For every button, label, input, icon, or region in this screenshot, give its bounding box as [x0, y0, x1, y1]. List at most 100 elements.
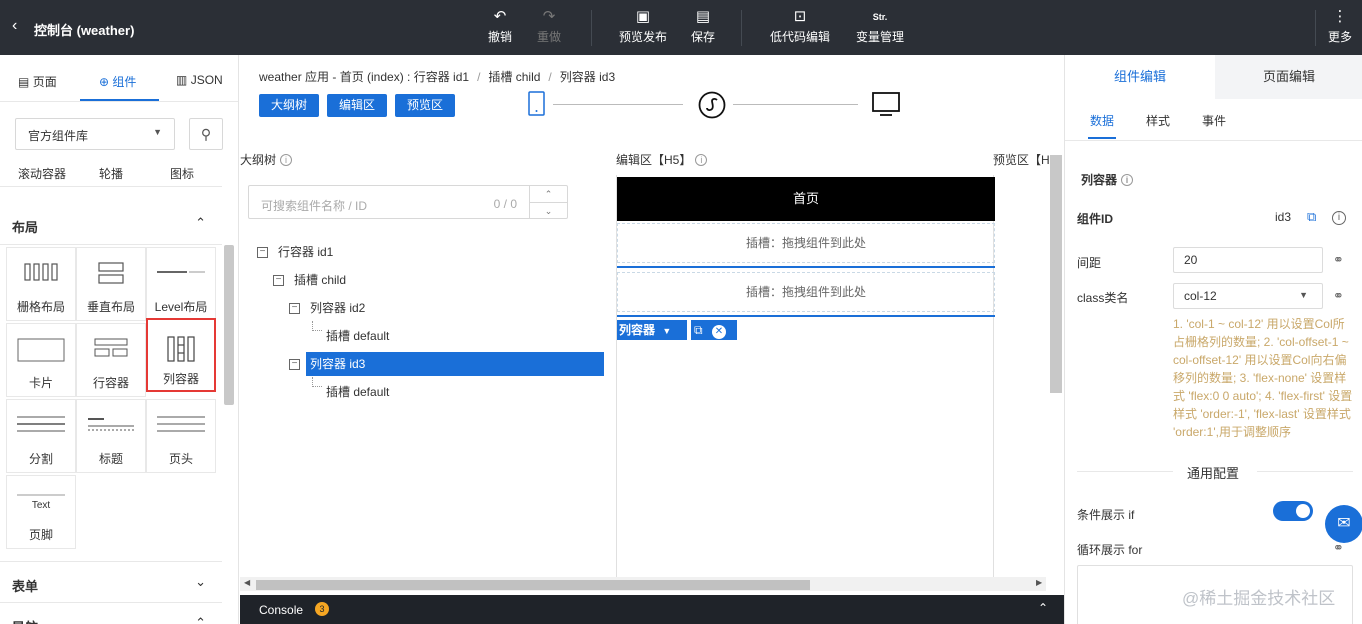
component-page-header[interactable]: 页头 [146, 399, 216, 473]
chevron-up-icon[interactable]: ⌃ [1038, 601, 1048, 615]
component-grid-layout[interactable]: 栅格布局 [6, 247, 76, 321]
info-icon[interactable]: i [280, 154, 293, 166]
section-layout[interactable]: 布局 ⌃ [0, 203, 222, 245]
selected-component-tag[interactable]: 列容器 ▼ [617, 320, 687, 340]
gap-input[interactable]: 20 [1173, 247, 1323, 273]
caret-down-icon: ▼ [1299, 290, 1308, 300]
redo-button[interactable]: ↷ 重做 [535, 8, 563, 45]
left-scrollbar[interactable] [224, 245, 234, 405]
tree-node-selected[interactable]: 列容器 id3 [306, 352, 604, 376]
component-carousel[interactable]: 轮播 [99, 165, 123, 182]
outline-toggle-button[interactable]: 大纲树 [259, 94, 319, 117]
tab-components-label: 组件 [112, 75, 137, 89]
tree-node[interactable]: 行容器 id1 [278, 240, 333, 264]
desktop-device-icon[interactable] [872, 91, 900, 117]
link-icon[interactable]: ⚭ [1333, 288, 1344, 304]
component-heading[interactable]: 标题 [76, 399, 146, 473]
tab-page-edit[interactable]: 页面编辑 [1215, 55, 1362, 99]
info-icon[interactable]: i [695, 154, 708, 166]
copy-icon[interactable]: ⧉ [1307, 209, 1316, 225]
horizontal-scroll-thumb[interactable] [256, 580, 810, 590]
section-form-label: 表单 [12, 579, 39, 594]
collapse-icon[interactable]: − [289, 359, 300, 370]
variable-manage-button[interactable]: Str. 变量管理 [855, 8, 905, 45]
info-icon[interactable]: i [1121, 174, 1134, 186]
column-container-icon [167, 336, 195, 362]
component-vertical-layout[interactable]: 垂直布局 [76, 247, 146, 321]
tab-page[interactable]: ▤ 页面 [18, 73, 57, 90]
more-button[interactable]: ⋮ 更多 [1327, 8, 1353, 45]
section-nav[interactable]: 导航 ⌃ [0, 603, 222, 624]
copy-icon[interactable]: ⧉ [694, 323, 703, 337]
component-divider[interactable]: 分割 [6, 399, 76, 473]
active-tab-indicator [80, 99, 159, 101]
breadcrumb-item[interactable]: 列容器 id3 [560, 70, 615, 84]
tab-component-edit[interactable]: 组件编辑 [1065, 55, 1215, 99]
collapse-icon[interactable]: − [273, 275, 284, 286]
drop-slot[interactable]: 插槽：拖拽组件到此处 [617, 272, 995, 312]
class-label: class类名 [1077, 291, 1129, 305]
tree-node[interactable]: 插槽 default [326, 380, 389, 404]
scroll-right-icon[interactable]: ▶ [1036, 578, 1042, 587]
link-icon[interactable]: ⚭ [1333, 252, 1344, 268]
mobile-device-icon[interactable] [527, 91, 547, 117]
breadcrumb-item[interactable]: 插槽 child [488, 70, 540, 84]
library-select[interactable]: 官方组件库 ▼ [15, 118, 175, 150]
if-label: 条件展示 if [1077, 508, 1135, 522]
component-row-container[interactable]: 行容器 [76, 323, 146, 397]
tree-node[interactable]: 列容器 id2 [310, 296, 365, 320]
component-page-footer[interactable]: Text 页脚 [6, 475, 76, 549]
tab-json[interactable]: ▥ JSON [176, 73, 223, 87]
subtab-events[interactable]: 事件 [1202, 112, 1226, 129]
more-icon: ⋮ [1332, 8, 1348, 25]
collapse-icon[interactable]: − [289, 303, 300, 314]
chat-button[interactable]: ✉ [1325, 505, 1362, 543]
component-column-container[interactable]: 列容器 [146, 318, 216, 392]
outline-search-input[interactable]: 可搜索组件名称 / ID 0 / 0 ⌃ ⌄ [248, 185, 568, 219]
save-button[interactable]: ▤ 保存 [689, 8, 717, 45]
drop-slot[interactable]: 插槽：拖拽组件到此处 [617, 223, 995, 263]
canvas-scrollbar[interactable] [1050, 155, 1062, 393]
subtab-data[interactable]: 数据 [1090, 112, 1114, 129]
class-select[interactable]: col-12 ▼ [1173, 283, 1323, 309]
left-tabs: ▤ 页面 ⊕ 组件 ▥ JSON [0, 55, 238, 102]
tree-node[interactable]: 插槽 child [294, 268, 346, 292]
preview-toggle-button[interactable]: 预览区 [395, 94, 455, 117]
breadcrumb-separator: / [548, 70, 552, 84]
section-form[interactable]: 表单 ⌄ [0, 561, 222, 603]
subtab-style[interactable]: 样式 [1146, 112, 1170, 129]
if-toggle[interactable] [1273, 501, 1313, 521]
tab-json-label: JSON [190, 73, 223, 87]
component-icon[interactable]: 图标 [170, 165, 194, 182]
chevron-up-icon[interactable]: ⌃ [529, 186, 567, 202]
editor-header-label: 编辑区【H5】 [616, 153, 692, 167]
search-button[interactable]: ⚲ [189, 118, 223, 150]
top-bar: ‹ 控制台 (weather) ↶ 撤销 ↷ 重做 ▣ 预览发布 ▤ 保存 ⊡ … [0, 0, 1362, 55]
scroll-left-icon[interactable]: ◀ [244, 578, 250, 587]
delete-icon[interactable]: ✕ [711, 325, 726, 339]
code-edit-icon: ⊡ [793, 8, 807, 25]
back-icon[interactable]: ‹ [12, 17, 17, 35]
component-level-layout[interactable]: Level布局 [146, 247, 216, 321]
editor-toggle-button[interactable]: 编辑区 [327, 94, 387, 117]
save-label: 保存 [690, 30, 715, 44]
chevron-down-icon[interactable]: ⌄ [529, 202, 567, 218]
component-card[interactable]: 卡片 [6, 323, 76, 397]
miniprogram-icon[interactable] [698, 91, 726, 119]
component-scroll-container[interactable]: 滚动容器 [18, 165, 66, 182]
tab-page-label: 页面 [32, 75, 57, 89]
level-layout-icon [157, 271, 205, 273]
breadcrumb-item[interactable]: weather 应用 - 首页 (index) : 行容器 id1 [259, 70, 469, 84]
device-divider-line [733, 104, 858, 105]
undo-button[interactable]: ↶ 撤销 [486, 8, 514, 45]
page-header-icon [157, 416, 205, 432]
preview-publish-button[interactable]: ▣ 预览发布 [617, 8, 669, 45]
component-type-label: 列容器 i [1081, 171, 1134, 188]
collapse-icon[interactable]: − [257, 247, 268, 258]
tab-components[interactable]: ⊕ 组件 [99, 73, 136, 90]
caret-down-icon: ▼ [153, 127, 162, 137]
info-icon[interactable]: i [1332, 210, 1346, 225]
console-bar[interactable]: Console 3 ⌃ [240, 595, 1064, 624]
tree-node[interactable]: 插槽 default [326, 324, 389, 348]
lowcode-edit-button[interactable]: ⊡ 低代码编辑 [769, 8, 831, 45]
